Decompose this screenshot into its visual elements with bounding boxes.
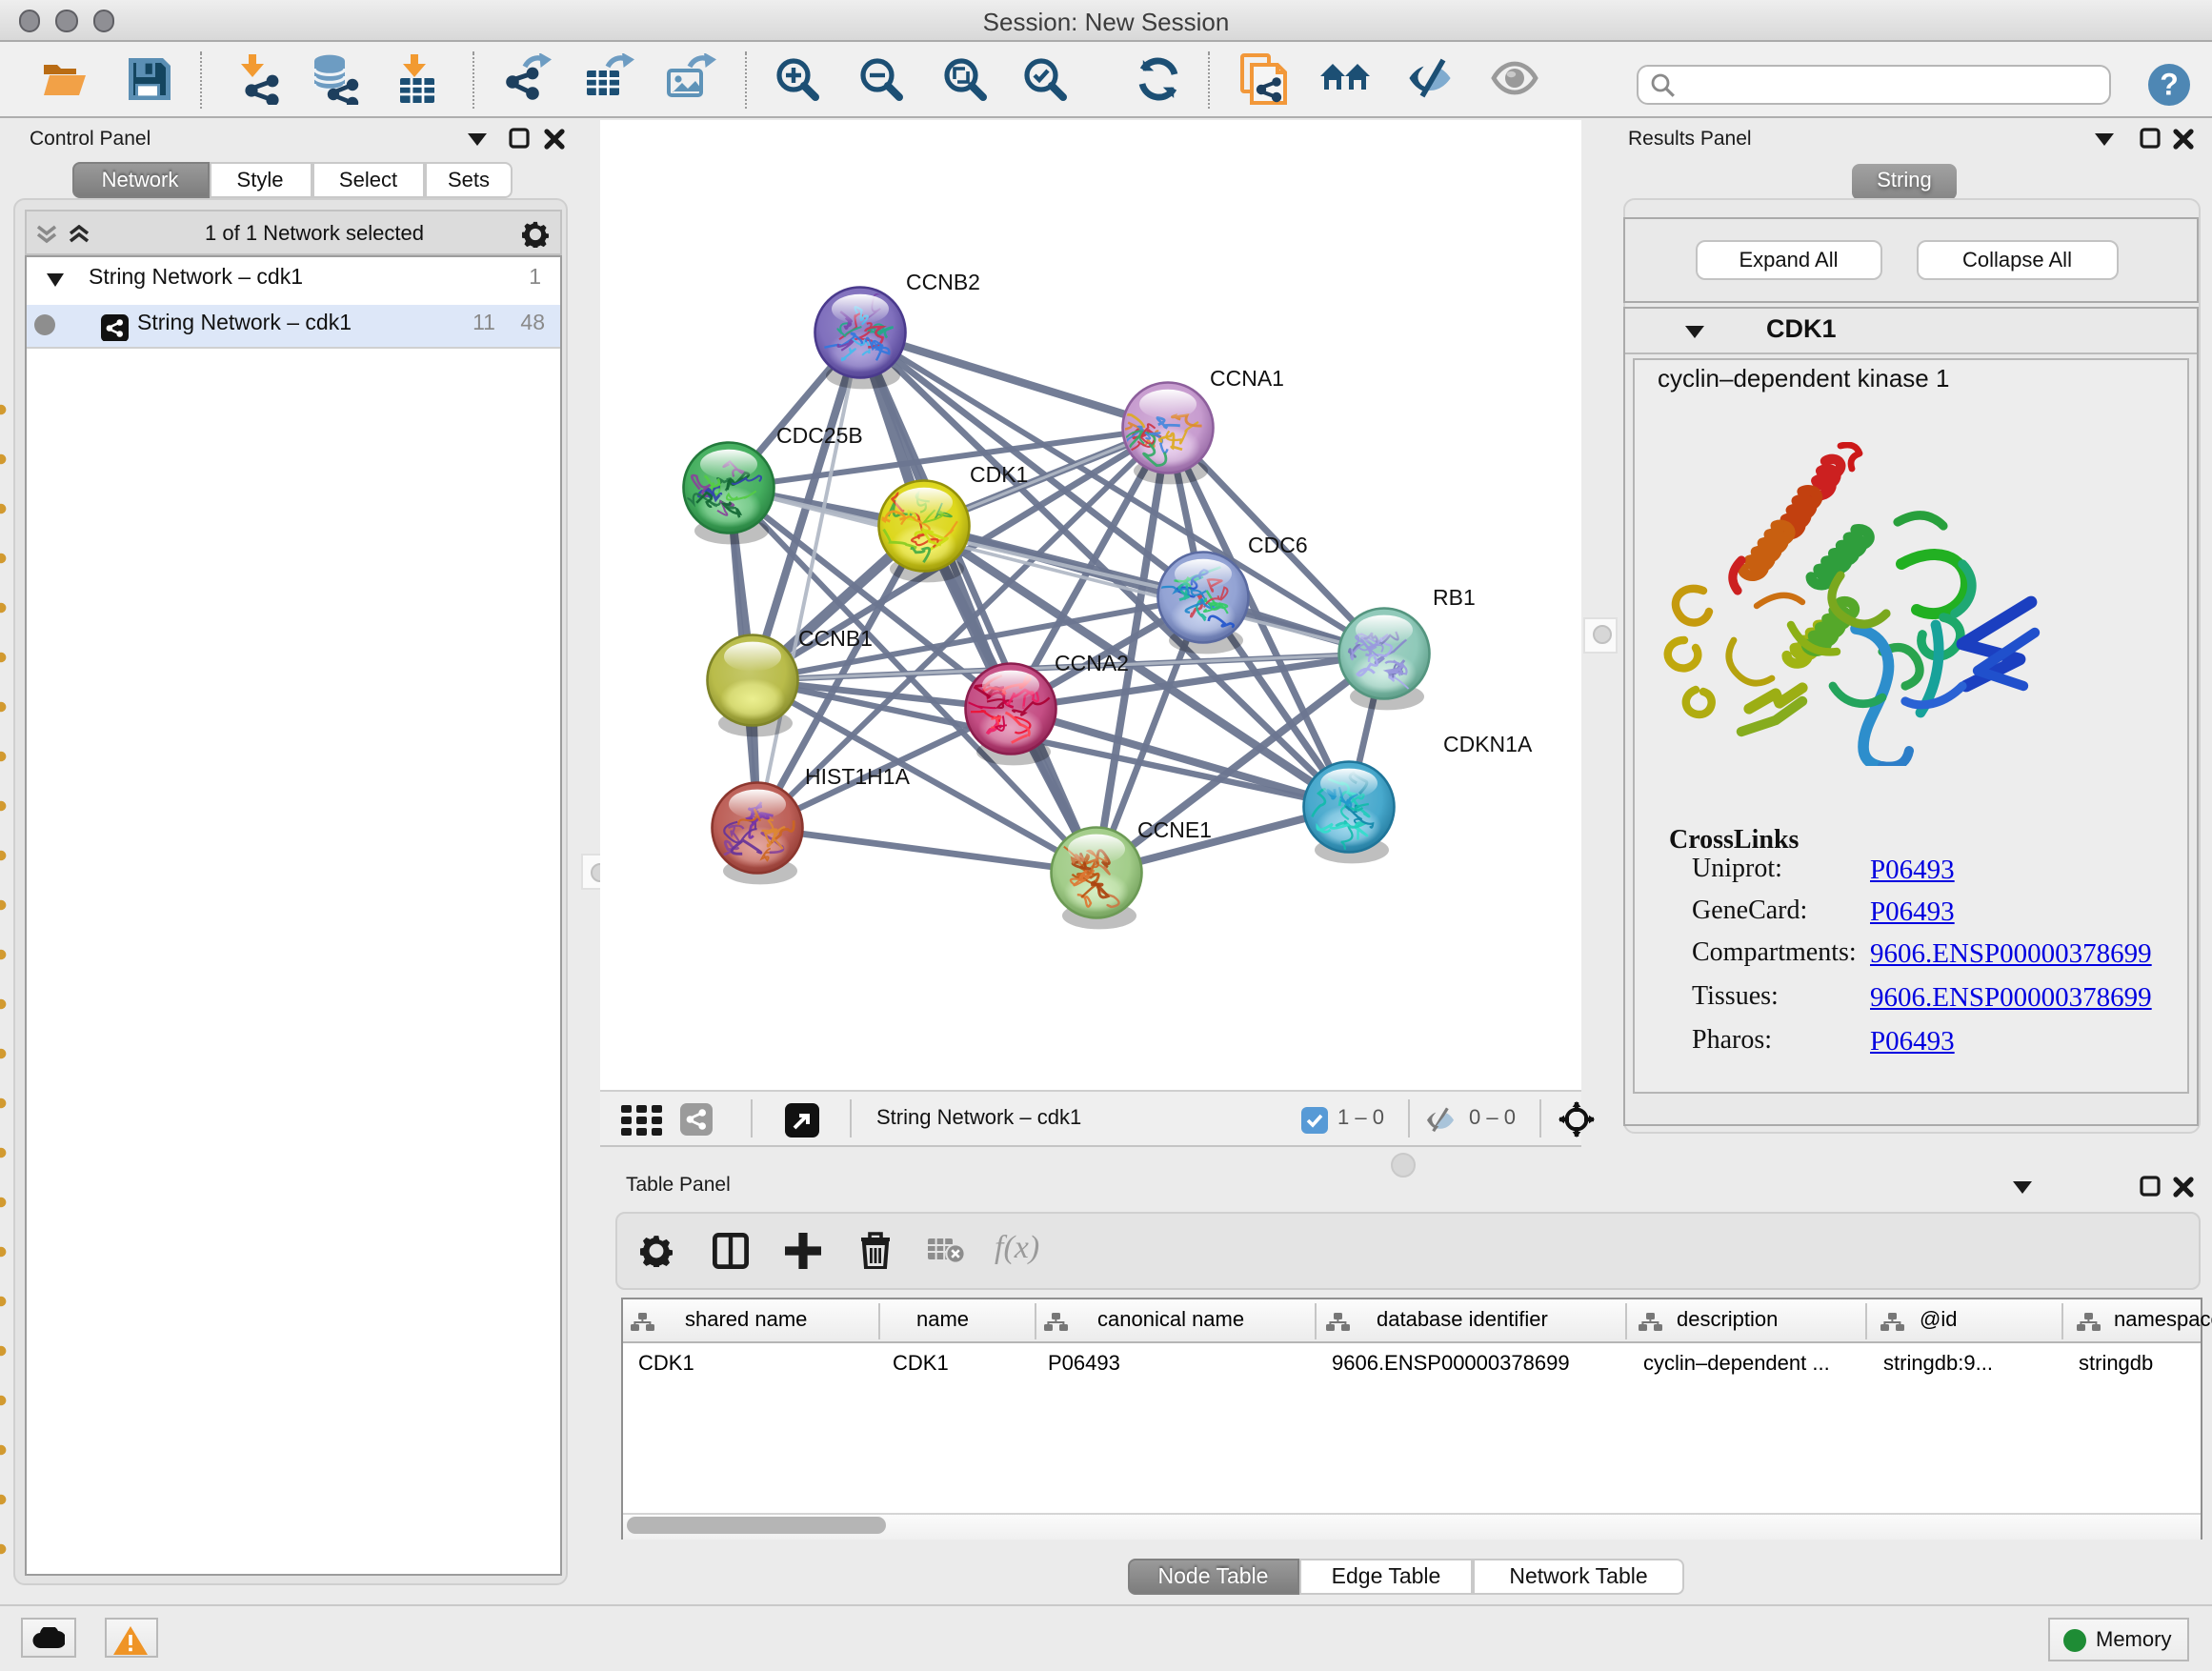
svg-text:CDK1: CDK1 bbox=[970, 462, 1028, 487]
svg-text:CDKN1A: CDKN1A bbox=[1443, 732, 1533, 756]
svg-text:CCNA1: CCNA1 bbox=[1210, 366, 1284, 391]
svg-text:CCNA2: CCNA2 bbox=[1055, 651, 1129, 675]
svg-text:CDC6: CDC6 bbox=[1248, 533, 1308, 557]
svg-text:CDC25B: CDC25B bbox=[776, 423, 863, 448]
svg-text:RB1: RB1 bbox=[1433, 585, 1476, 610]
svg-text:CCNE1: CCNE1 bbox=[1137, 817, 1212, 842]
svg-text:CCNB2: CCNB2 bbox=[906, 270, 980, 294]
svg-text:HIST1H1A: HIST1H1A bbox=[805, 764, 911, 789]
svg-text:?: ? bbox=[2159, 68, 2178, 102]
svg-text:CCNB1: CCNB1 bbox=[798, 626, 873, 651]
